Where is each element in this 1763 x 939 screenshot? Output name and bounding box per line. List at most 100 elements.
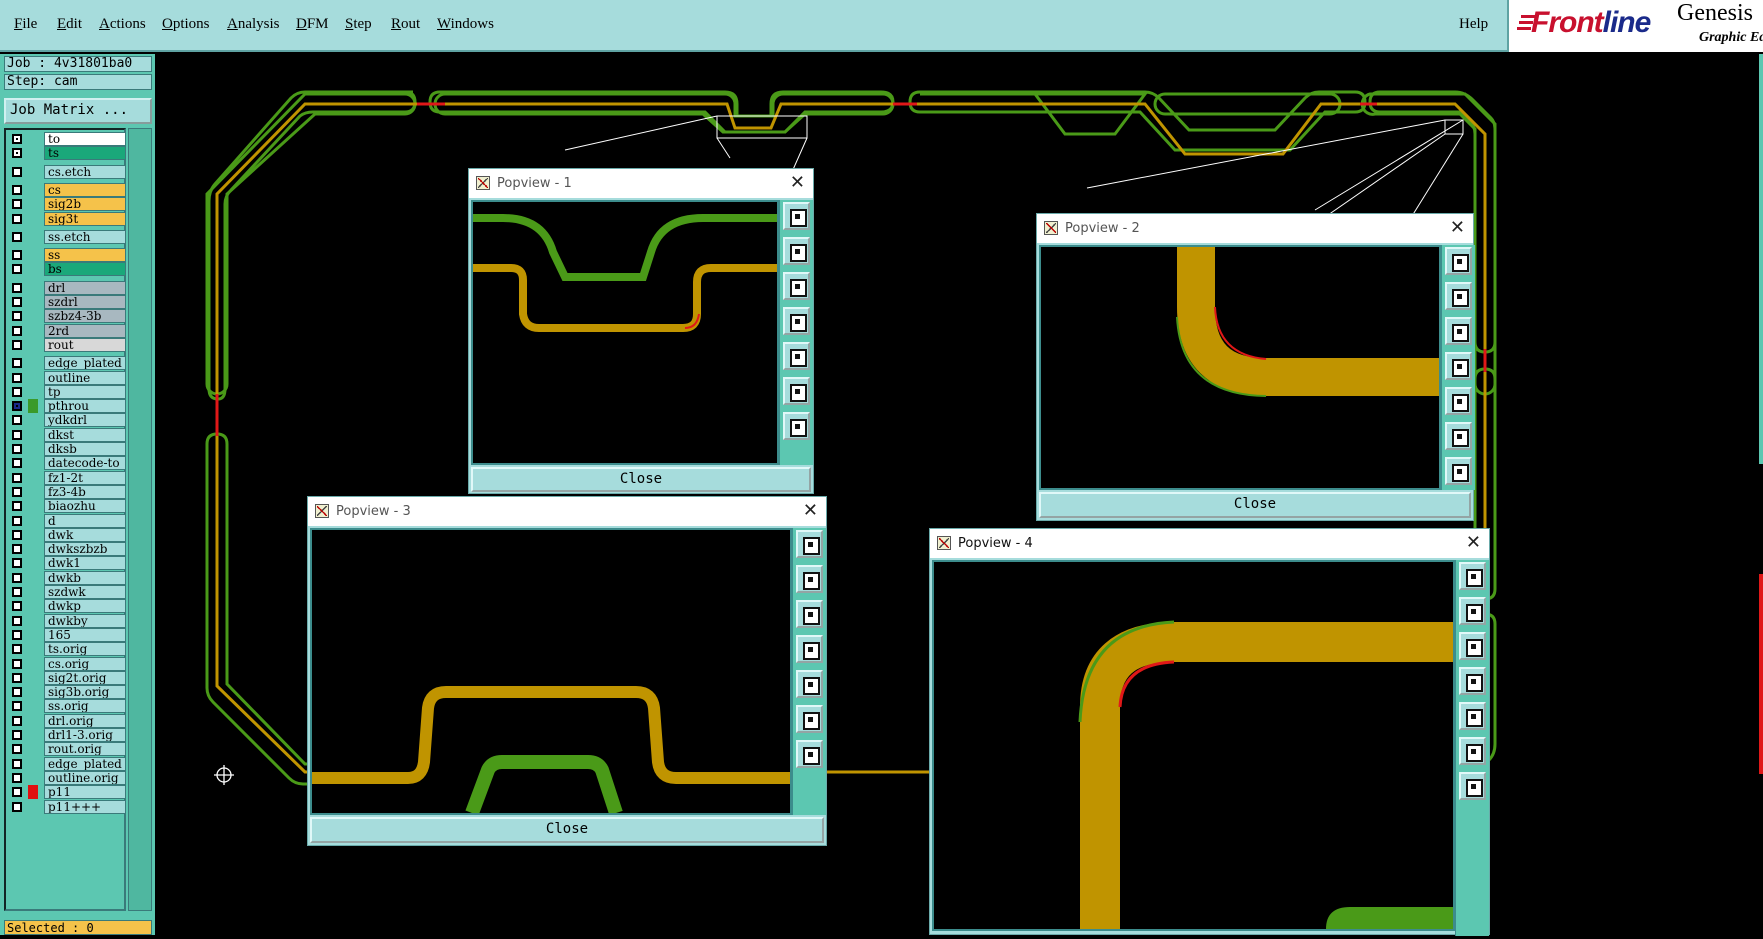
layer-list-scrollbar[interactable] (128, 128, 152, 911)
layer-checkbox[interactable] (12, 715, 22, 726)
menu-help[interactable]: Help (1459, 16, 1488, 33)
layer-checkbox[interactable] (12, 501, 22, 512)
popview-3-close-button[interactable]: Close (310, 817, 824, 843)
layer-checkbox[interactable] (12, 311, 22, 322)
layer-checkbox[interactable] (12, 744, 22, 755)
layer-row[interactable]: edge_plated (8, 756, 126, 771)
layer-checkbox[interactable] (12, 615, 22, 626)
layer-row[interactable]: outline (8, 370, 126, 385)
close-icon[interactable]: ✕ (803, 497, 818, 524)
layer-checkbox[interactable] (12, 701, 22, 712)
layer-row[interactable]: ss (8, 248, 126, 263)
layer-row[interactable]: pthrou (8, 399, 126, 414)
zoom-out-icon[interactable] (1459, 772, 1486, 800)
close-icon[interactable]: ✕ (1450, 214, 1465, 241)
layer-row[interactable]: dwkp (8, 599, 126, 614)
layer-checkbox[interactable] (12, 444, 22, 454)
menu-windows[interactable]: Windows (437, 16, 494, 33)
layer-row[interactable]: 165 (8, 627, 126, 642)
layer-checkbox[interactable] (12, 572, 22, 583)
layer-checkbox[interactable] (12, 644, 22, 655)
zoom-out-icon[interactable] (1445, 457, 1472, 485)
menu-analysis[interactable]: Analysis (227, 16, 280, 33)
pan-right-icon[interactable] (783, 342, 810, 370)
layer-checkbox[interactable] (12, 672, 22, 683)
pan-up-icon[interactable] (1445, 282, 1472, 310)
zoom-in-icon[interactable] (796, 705, 823, 733)
layer-checkbox[interactable] (12, 558, 22, 569)
zoom-fit-icon[interactable] (783, 202, 810, 230)
popview-4-canvas[interactable] (932, 560, 1455, 931)
popview-3-canvas[interactable] (310, 528, 792, 816)
layer-checkbox[interactable] (12, 415, 22, 426)
layer-checkbox[interactable] (12, 429, 22, 440)
zoom-fit-icon[interactable] (1445, 247, 1472, 275)
layer-checkbox[interactable] (12, 458, 22, 469)
layer-row[interactable]: szbz4-3b (8, 309, 126, 324)
layer-row[interactable]: dwk (8, 527, 126, 542)
layer-checkbox[interactable] (12, 658, 22, 669)
layer-row[interactable]: dkst (8, 427, 126, 442)
layer-row[interactable]: ss.etch (8, 229, 126, 244)
layer-row[interactable]: 2rd (8, 323, 126, 338)
layer-checkbox[interactable] (12, 515, 22, 526)
pan-down-icon[interactable] (796, 600, 823, 628)
layer-checkbox[interactable] (12, 629, 22, 640)
layer-row[interactable]: bs (8, 262, 126, 277)
layer-checkbox[interactable] (12, 544, 22, 555)
zoom-in-icon[interactable] (783, 377, 810, 405)
popview-2-titlebar[interactable]: Popview - 2 ✕ (1037, 214, 1473, 243)
pan-down-icon[interactable] (1459, 632, 1486, 660)
popview-1-canvas[interactable] (471, 200, 779, 465)
layer-checkbox[interactable] (12, 358, 22, 369)
layer-checkbox[interactable] (12, 401, 22, 412)
layer-checkbox[interactable] (12, 486, 22, 497)
layer-row[interactable]: edge_plated (8, 356, 126, 371)
pan-left-icon[interactable] (1445, 352, 1472, 380)
layer-row[interactable]: fz1-2t (8, 470, 126, 485)
pan-down-icon[interactable] (783, 272, 810, 300)
job-matrix-button[interactable]: Job Matrix ... (4, 98, 152, 124)
layer-checkbox[interactable] (12, 297, 22, 307)
layer-checkbox[interactable] (12, 231, 22, 242)
pan-up-icon[interactable] (1459, 597, 1486, 625)
popview-3-titlebar[interactable]: Popview - 3 ✕ (308, 497, 826, 526)
layer-row[interactable]: ts (8, 146, 126, 161)
layer-row[interactable]: drl (8, 280, 126, 295)
layer-checkbox[interactable] (12, 772, 22, 783)
zoom-in-icon[interactable] (1459, 737, 1486, 765)
layer-row[interactable]: sig3b.orig (8, 685, 126, 700)
layer-checkbox[interactable] (12, 372, 22, 383)
layer-checkbox[interactable] (12, 282, 22, 293)
layer-checkbox[interactable] (12, 339, 22, 350)
layer-row[interactable]: rout.orig (8, 742, 126, 757)
layer-checkbox[interactable] (12, 134, 22, 144)
layer-row[interactable]: ydkdrl (8, 413, 126, 428)
layer-row[interactable]: tp (8, 384, 126, 399)
pan-right-icon[interactable] (1459, 702, 1486, 730)
layer-checkbox[interactable] (12, 758, 22, 769)
layer-checkbox[interactable] (12, 148, 22, 159)
layer-checkbox[interactable] (12, 325, 22, 336)
layer-checkbox[interactable] (12, 472, 22, 483)
zoom-fit-icon[interactable] (796, 530, 823, 558)
menu-step[interactable]: Step (345, 16, 372, 33)
layer-row[interactable]: biaozhu (8, 499, 126, 514)
zoom-out-icon[interactable] (783, 412, 810, 440)
zoom-out-icon[interactable] (796, 740, 823, 768)
layer-row[interactable]: sig2t.orig (8, 670, 126, 685)
pan-left-icon[interactable] (1459, 667, 1486, 695)
layer-row[interactable]: dwkszbzb (8, 542, 126, 557)
popview-2-canvas[interactable] (1039, 245, 1441, 490)
layer-checkbox[interactable] (12, 166, 22, 177)
menu-file[interactable]: File (14, 16, 37, 33)
layer-row[interactable]: outline.orig (8, 770, 126, 785)
zoom-in-icon[interactable] (1445, 422, 1472, 450)
layer-row[interactable]: rout (8, 337, 126, 352)
layer-row[interactable]: dwkby (8, 613, 126, 628)
close-icon[interactable]: ✕ (790, 169, 805, 196)
layer-checkbox[interactable] (12, 386, 22, 397)
pan-up-icon[interactable] (783, 237, 810, 265)
layer-checkbox[interactable] (12, 687, 22, 698)
layer-checkbox[interactable] (12, 250, 22, 261)
